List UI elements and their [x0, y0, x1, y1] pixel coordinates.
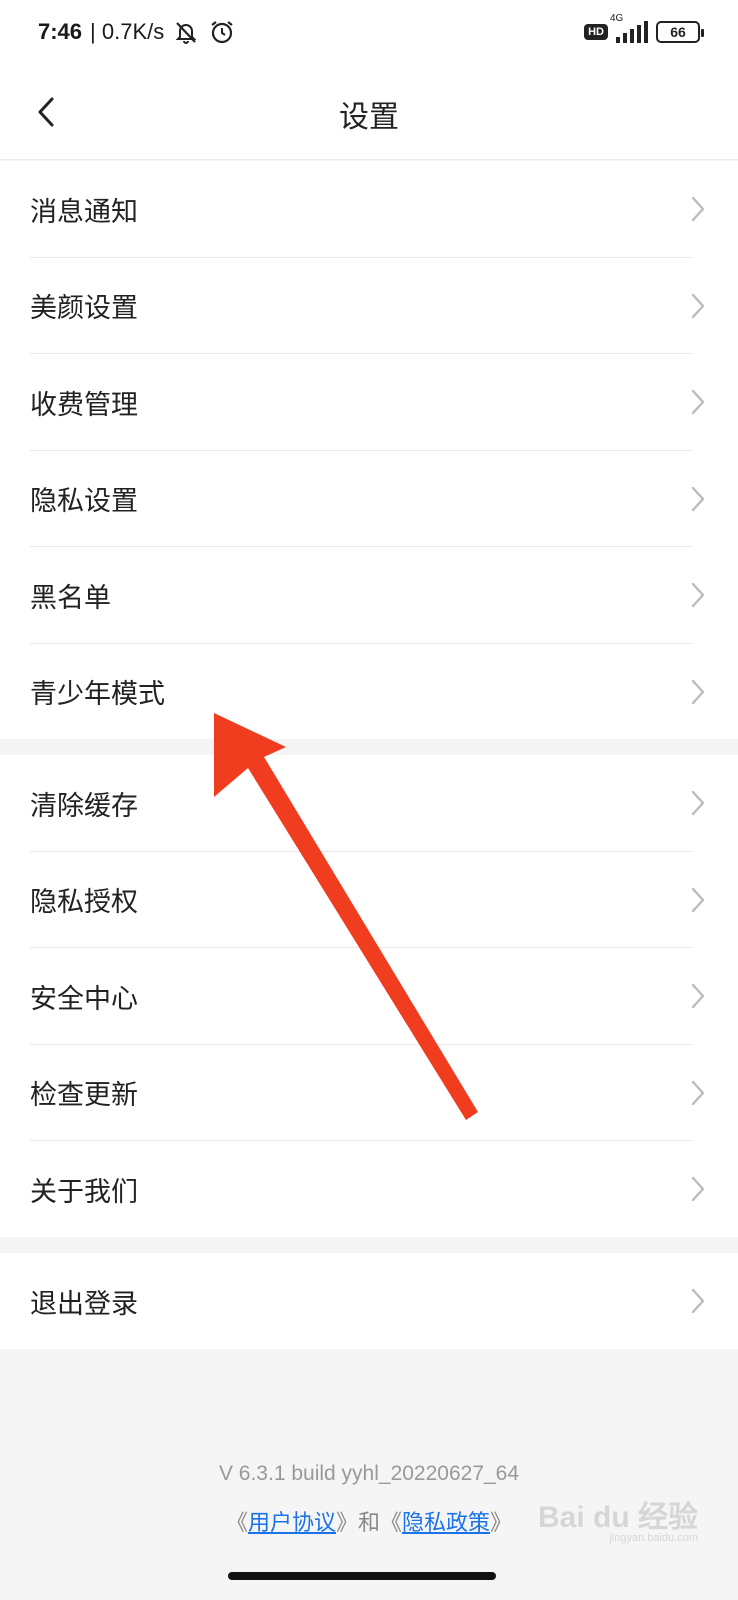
chevron-right-icon [691, 791, 705, 816]
chevron-right-icon [691, 390, 705, 415]
chevron-right-icon [691, 1289, 705, 1314]
app-version: V 6.3.1 build yyhl_20220627_64 [218, 1462, 520, 1485]
bracket: 》 [335, 1511, 358, 1536]
and-text: 和 [357, 1511, 380, 1536]
chevron-right-icon [691, 197, 705, 222]
mute-icon [175, 22, 197, 44]
settings-item-label: 青少年模式 [30, 679, 165, 711]
settings-item-blacklist[interactable]: 黑名单 [0, 547, 738, 644]
settings-group-3: 退出登录 [0, 1253, 738, 1349]
settings-item-label: 安全中心 [30, 983, 138, 1015]
home-indicator[interactable] [228, 1572, 496, 1580]
chevron-right-icon [691, 1080, 705, 1105]
chevron-right-icon [691, 1177, 705, 1202]
battery-icon: 66 [656, 21, 704, 43]
chevron-right-icon [691, 887, 705, 912]
settings-item-billing[interactable]: 收费管理 [0, 354, 738, 451]
settings-item-label: 关于我们 [30, 1176, 138, 1208]
settings-item-label: 退出登录 [30, 1288, 138, 1320]
settings-item-label: 黑名单 [30, 582, 111, 614]
bracket: 《 [380, 1511, 403, 1536]
settings-item-security-center[interactable]: 安全中心 [0, 948, 738, 1045]
chevron-right-icon [691, 486, 705, 511]
settings-item-label: 消息通知 [30, 196, 138, 228]
status-bar: 7:46 | 0.7K/s HD 4G 66 [0, 0, 738, 64]
header: 设置 [0, 64, 738, 160]
chevron-right-icon [691, 984, 705, 1009]
hd-badge: HD [584, 24, 608, 40]
settings-item-about-us[interactable]: 关于我们 [0, 1141, 738, 1238]
settings-item-label: 清除缓存 [30, 790, 138, 822]
settings-item-label: 检查更新 [30, 1080, 138, 1112]
chevron-left-icon [38, 97, 54, 127]
settings-item-privacy[interactable]: 隐私设置 [0, 451, 738, 547]
bracket: 《 [225, 1511, 248, 1536]
battery-level: 66 [670, 24, 686, 40]
signal-icon: 4G [610, 13, 648, 43]
bracket: 》 [490, 1511, 513, 1536]
chevron-right-icon [691, 679, 705, 704]
settings-item-clear-cache[interactable]: 清除缓存 [0, 755, 738, 852]
settings-group-2: 清除缓存 隐私授权 安全中心 检查更新 关于我们 [0, 755, 738, 1237]
status-right: HD 4G 66 [584, 13, 704, 43]
privacy-policy-link[interactable]: 隐私政策 [402, 1511, 490, 1536]
user-agreement-link[interactable]: 用户协议 [248, 1511, 336, 1536]
settings-item-check-update[interactable]: 检查更新 [0, 1045, 738, 1141]
network-speed: | 0.7K/s [90, 19, 165, 44]
settings-item-label: 隐私设置 [30, 486, 138, 518]
settings-item-beauty[interactable]: 美颜设置 [0, 258, 738, 354]
chevron-right-icon [691, 583, 705, 608]
baidu-watermark: Bai du 经验 jingyan.baidu.com [538, 1492, 698, 1544]
status-time: 7:46 [38, 19, 83, 44]
status-left: 7:46 | 0.7K/s [38, 18, 236, 46]
chevron-right-icon [691, 293, 705, 318]
settings-group-1: 消息通知 美颜设置 收费管理 隐私设置 黑名单 青少年模式 [0, 161, 738, 739]
settings-item-notifications[interactable]: 消息通知 [0, 161, 738, 258]
settings-item-label: 隐私授权 [30, 887, 138, 919]
settings-item-logout[interactable]: 退出登录 [0, 1253, 738, 1350]
settings-item-label: 收费管理 [30, 389, 138, 421]
settings-item-privacy-authorization[interactable]: 隐私授权 [0, 852, 738, 948]
settings-item-label: 美颜设置 [30, 293, 138, 325]
network-type: 4G [610, 13, 624, 24]
settings-item-teen-mode[interactable]: 青少年模式 [0, 644, 738, 741]
back-button[interactable] [24, 90, 68, 134]
watermark-text: Bai du 经验 [537, 1501, 698, 1534]
page-title: 设置 [339, 100, 399, 135]
alarm-icon [211, 21, 233, 44]
